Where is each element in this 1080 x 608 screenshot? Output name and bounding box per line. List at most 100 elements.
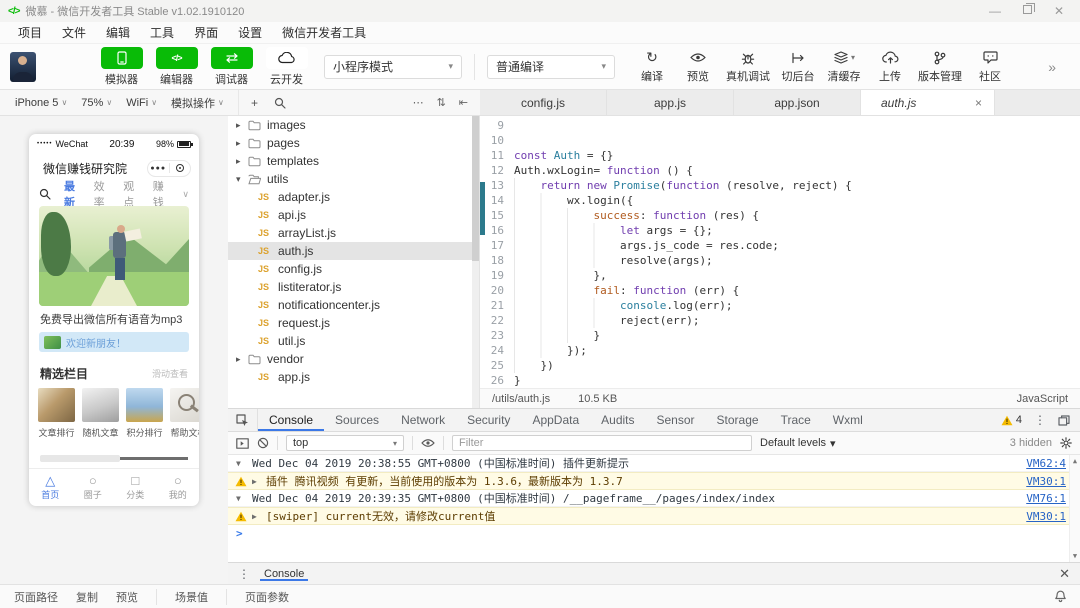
feature-card-文章排行[interactable]: 文章排行: [38, 388, 75, 448]
tree-file-arrayList.js[interactable]: JSarrayList.js: [228, 224, 479, 242]
minimize-button[interactable]: —: [989, 5, 1001, 17]
simulate-select[interactable]: 模拟操作∨: [164, 95, 231, 111]
network-select[interactable]: WiFi∨: [119, 97, 164, 109]
menu-item[interactable]: 界面: [184, 24, 228, 41]
menu-item[interactable]: 工具: [140, 24, 184, 41]
menu-item[interactable]: 设置: [228, 24, 272, 41]
console-log-row[interactable]: ▼Wed Dec 04 2019 20:39:35 GMT+0800 (中国标准…: [228, 490, 1080, 507]
tree-file-request.js[interactable]: JSrequest.js: [228, 314, 479, 332]
tree-file-config.js[interactable]: JSconfig.js: [228, 260, 479, 278]
live-expression-eye-icon[interactable]: [421, 438, 435, 448]
context-select[interactable]: top ▾: [286, 435, 404, 451]
kebab-menu-icon[interactable]: ⋮: [1034, 413, 1046, 427]
debugger-tab-sensor[interactable]: Sensor: [646, 409, 706, 431]
hidden-messages-count[interactable]: 3 hidden: [1010, 437, 1052, 449]
console-filter-input[interactable]: [452, 435, 752, 451]
toggle-debugger[interactable]: 调试器: [204, 47, 259, 87]
warning-count-badge[interactable]: 4: [1001, 414, 1022, 426]
tree-file-api.js[interactable]: JSapi.js: [228, 206, 479, 224]
action-compile[interactable]: ↻编译: [629, 50, 675, 84]
console-scrollbar[interactable]: ▲ ▼: [1069, 455, 1080, 562]
debugger-tab-network[interactable]: Network: [390, 409, 456, 431]
zoom-select[interactable]: 75%∨: [74, 97, 119, 109]
debugger-tab-audits[interactable]: Audits: [590, 409, 645, 431]
editor-tab-app.json[interactable]: app.json: [734, 90, 861, 115]
tree-folder-utils[interactable]: ▾utils: [228, 170, 479, 188]
add-file-button[interactable]: +: [251, 96, 258, 110]
toggle-editor[interactable]: </>编辑器: [149, 47, 204, 87]
console-source-link[interactable]: VM30:1: [1026, 510, 1066, 523]
feature-card-随机文章[interactable]: 随机文章: [82, 388, 119, 448]
code-lines[interactable]: 91011const Auth = {}12Auth.wxLogin= func…: [480, 116, 1080, 388]
search-icon[interactable]: [274, 97, 286, 109]
tree-caret-icon[interactable]: ▸: [236, 120, 248, 131]
scroll-up-arrow[interactable]: ▲: [1073, 457, 1077, 465]
file-tree-scrollbar[interactable]: [472, 116, 479, 408]
more-options-icon[interactable]: ⋯: [413, 96, 424, 109]
expand-caret-icon[interactable]: ▶: [252, 477, 257, 486]
statusbar-item-0[interactable]: 页面路径: [14, 589, 58, 605]
toggle-cloud[interactable]: 云开发: [259, 47, 314, 87]
feature-card-积分排行[interactable]: 积分排行: [126, 388, 163, 448]
expand-caret-icon[interactable]: ▼: [236, 459, 241, 468]
dock-window-icon[interactable]: [1058, 415, 1070, 426]
code-editor[interactable]: 91011const Auth = {}12Auth.wxLogin= func…: [480, 116, 1080, 408]
menu-item[interactable]: 微信开发者工具: [272, 24, 376, 41]
action-background[interactable]: 切后台: [775, 50, 821, 84]
console-warning-row[interactable]: ▶插件 腾讯视频 有更新，当前使用的版本为 1.3.6，最新版本为 1.3.7V…: [228, 472, 1080, 490]
tree-folder-templates[interactable]: ▸templates: [228, 152, 479, 170]
tree-caret-icon[interactable]: ▸: [236, 354, 248, 365]
console-warning-row[interactable]: ▶[swiper] current无效，请修改current值VM30:1: [228, 507, 1080, 525]
statusbar-item-4[interactable]: 页面参数: [226, 589, 289, 605]
console-source-link[interactable]: VM62:4: [1026, 457, 1066, 470]
sort-files-icon[interactable]: ⇅: [437, 96, 446, 109]
tree-caret-icon[interactable]: ▸: [236, 138, 248, 149]
expand-caret-icon[interactable]: ▶: [252, 512, 257, 521]
language-mode[interactable]: JavaScript: [1017, 393, 1068, 405]
scroll-down-arrow[interactable]: ▼: [1073, 552, 1077, 560]
tree-folder-vendor[interactable]: ▸vendor: [228, 350, 479, 368]
action-upload[interactable]: 上传: [867, 50, 913, 84]
menu-dots-icon[interactable]: ●●●: [148, 165, 169, 172]
console-log-row[interactable]: ▼Wed Dec 04 2019 20:38:55 GMT+0800 (中国标准…: [228, 455, 1080, 472]
chevron-down-icon[interactable]: ∨: [182, 189, 189, 200]
tree-file-app.js[interactable]: JSapp.js: [228, 368, 479, 386]
hero-banner-image[interactable]: [39, 206, 189, 306]
debugger-tab-storage[interactable]: Storage: [706, 409, 770, 431]
console-sidebar-icon[interactable]: [236, 438, 249, 449]
tabbar-我的[interactable]: ○我的: [157, 469, 200, 506]
tree-caret-icon[interactable]: ▾: [236, 174, 248, 185]
tree-folder-pages[interactable]: ▸pages: [228, 134, 479, 152]
close-button[interactable]: ✕: [1054, 5, 1064, 17]
mode-select[interactable]: 小程序模式 ▾: [324, 55, 462, 79]
more-actions-button[interactable]: »: [1048, 59, 1070, 75]
tabbar-首页[interactable]: △首页: [29, 469, 72, 506]
search-icon[interactable]: [39, 188, 51, 200]
editor-tab-config.js[interactable]: config.js: [480, 90, 607, 115]
debugger-tab-console[interactable]: Console: [258, 409, 324, 431]
tree-folder-images[interactable]: ▸images: [228, 116, 479, 134]
scrollbar-thumb[interactable]: [472, 116, 479, 261]
action-preview[interactable]: 预览: [675, 50, 721, 84]
inspect-element-icon[interactable]: [228, 409, 258, 431]
tree-file-adapter.js[interactable]: JSadapter.js: [228, 188, 479, 206]
action-device-debug[interactable]: 真机调试: [721, 50, 775, 84]
restore-button[interactable]: [1023, 5, 1032, 14]
log-levels-select[interactable]: Default levels ▾: [760, 437, 836, 450]
statusbar-item-1[interactable]: 复制: [76, 589, 98, 605]
tabbar-分类[interactable]: □分类: [114, 469, 157, 506]
clear-console-icon[interactable]: [257, 437, 269, 449]
editor-tab-app.js[interactable]: app.js: [607, 90, 734, 115]
drawer-console-tab[interactable]: Console: [260, 566, 308, 581]
close-drawer-icon[interactable]: ✕: [1059, 566, 1070, 582]
tree-file-notificationcenter.js[interactable]: JSnotificationcenter.js: [228, 296, 479, 314]
action-version[interactable]: 版本管理: [913, 50, 967, 84]
debugger-tab-trace[interactable]: Trace: [770, 409, 822, 431]
tree-file-auth.js[interactable]: JSauth.js: [228, 242, 479, 260]
toggle-simulator[interactable]: 模拟器: [94, 47, 149, 87]
close-tab-icon[interactable]: ×: [975, 96, 982, 110]
bell-icon[interactable]: [1055, 590, 1066, 603]
action-cache[interactable]: ▾清缓存: [821, 50, 867, 84]
article-title[interactable]: 免费导出微信所有语音为mp3: [29, 306, 199, 332]
statusbar-item-2[interactable]: 预览: [116, 589, 138, 605]
